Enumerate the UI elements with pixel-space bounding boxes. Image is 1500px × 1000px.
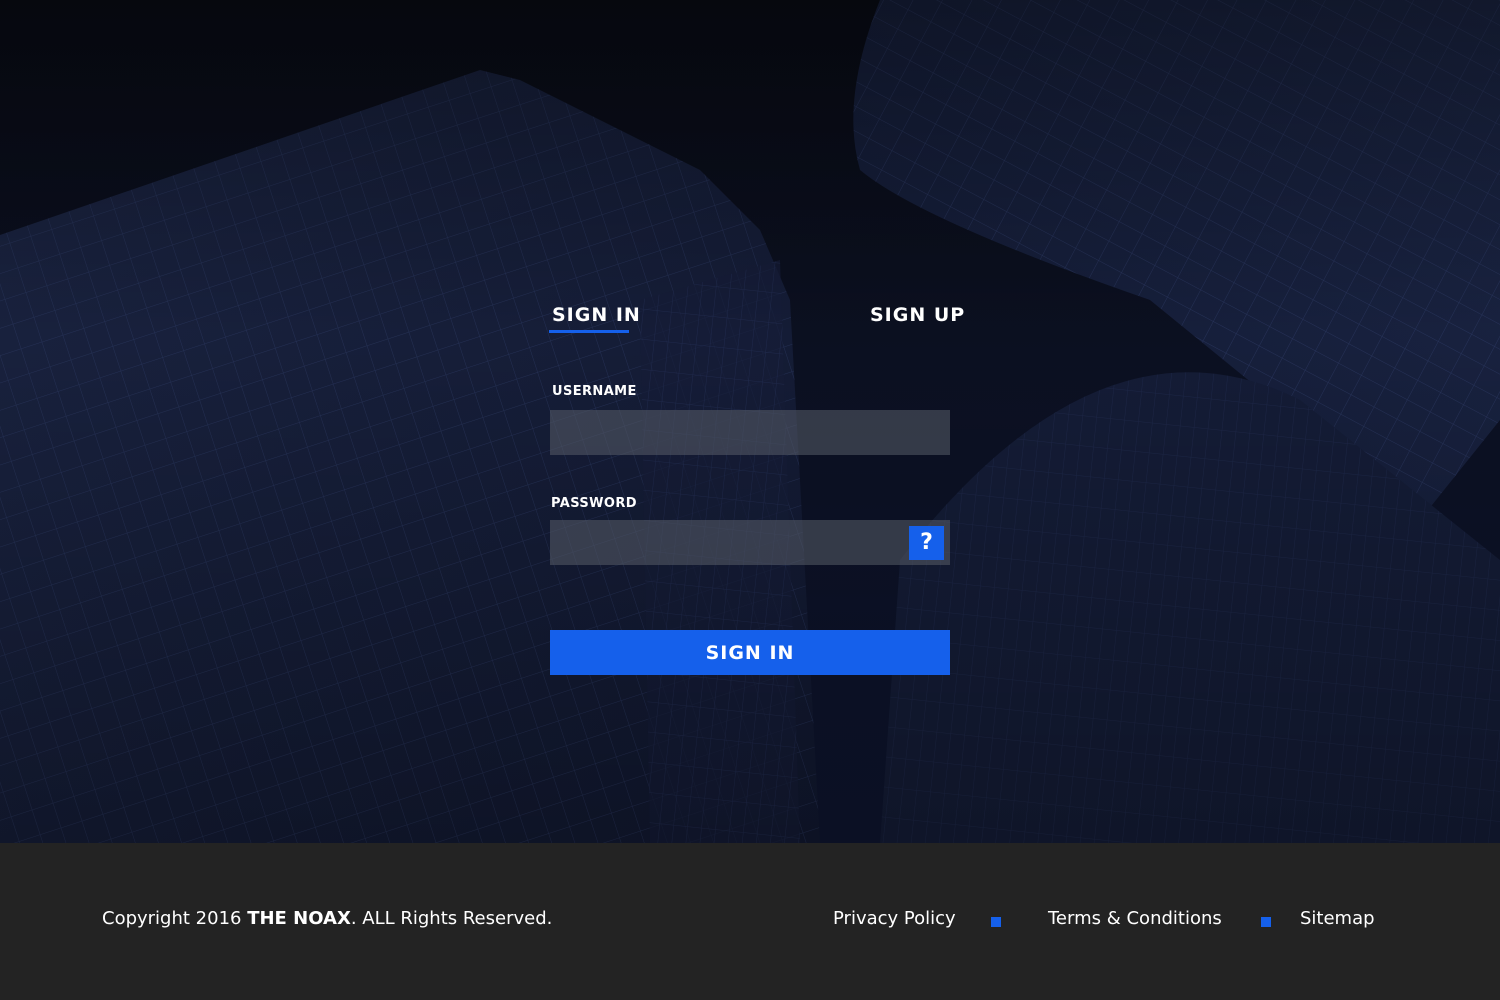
terms-conditions-link[interactable]: Terms & Conditions (1048, 908, 1222, 929)
tab-sign-up[interactable]: SIGN UP (870, 304, 965, 326)
copyright-text: Copyright 2016 THE NOAX. ALL Rights Rese… (102, 908, 552, 929)
separator-square-icon (991, 917, 1001, 927)
password-label: PASSWORD (551, 496, 637, 511)
copyright-prefix: Copyright 2016 (102, 908, 248, 929)
footer: Copyright 2016 THE NOAX. ALL Rights Rese… (0, 843, 1500, 1000)
password-input[interactable] (550, 520, 950, 565)
privacy-policy-link[interactable]: Privacy Policy (833, 908, 956, 929)
password-help-icon[interactable]: ? (909, 526, 944, 560)
sign-in-button[interactable]: SIGN IN (550, 630, 950, 675)
active-tab-indicator (549, 330, 629, 333)
brand-name: THE NOAX (247, 908, 351, 929)
tab-sign-in[interactable]: SIGN IN (552, 304, 641, 326)
login-page: SIGN IN SIGN UP USERNAME PASSWORD ? SIGN… (0, 0, 1500, 1000)
separator-square-icon (1261, 917, 1271, 927)
username-label: USERNAME (552, 384, 637, 399)
hero-background: SIGN IN SIGN UP USERNAME PASSWORD ? SIGN… (0, 0, 1500, 843)
username-input[interactable] (550, 410, 950, 455)
copyright-suffix: . ALL Rights Reserved. (350, 908, 553, 929)
sitemap-link[interactable]: Sitemap (1300, 908, 1375, 929)
